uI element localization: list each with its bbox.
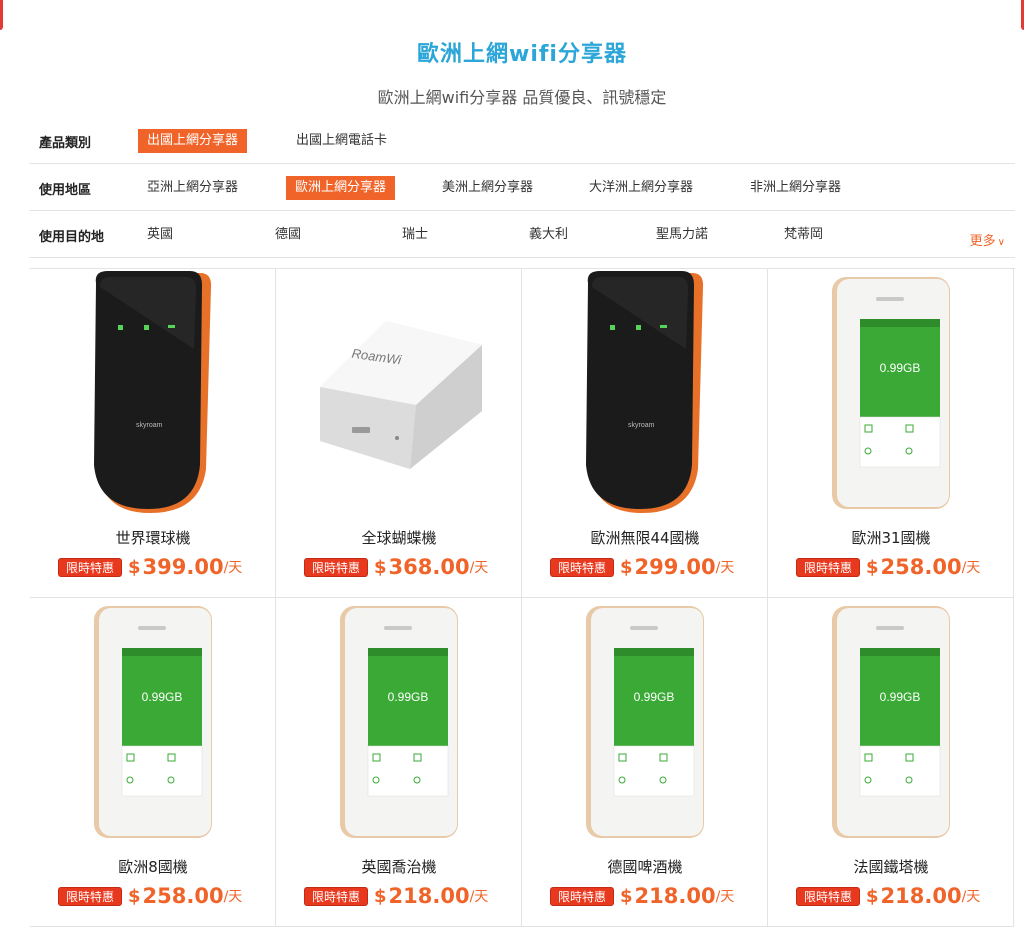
product-price: 258.00 [880, 555, 962, 579]
skyroam-black-icon: skyroam [586, 271, 704, 513]
product-price: 258.00 [142, 884, 224, 908]
filter-chip-oceania[interactable]: 大洋洲上網分享器 [580, 176, 702, 200]
price-row: 限時特惠 $368.00/天 [304, 555, 488, 579]
promo-badge: 限時特惠 [796, 557, 861, 577]
product-card[interactable]: 0.99GB 歐洲31國機 限時特惠 $258.00/天 [768, 269, 1014, 598]
product-name[interactable]: 全球蝴蝶機 [276, 527, 522, 548]
filter-chip-travel-sim[interactable]: 出國上網電話卡 [287, 129, 396, 153]
filter-row-category: 產品類別 出國上網分享器 出國上網電話卡 [29, 118, 1015, 164]
product-name[interactable]: 德國啤酒機 [522, 856, 768, 877]
device-brand-text: skyroam [628, 422, 655, 429]
touchscreen-router-icon: 0.99GB [586, 606, 704, 838]
product-card[interactable]: skyroam 世界環球機 限時特惠 $399.00/天 [30, 269, 276, 598]
price-unit: /天 [715, 560, 735, 576]
page-title: 歐洲上網wifi分享器 [417, 42, 627, 67]
more-label: 更多 [969, 234, 996, 249]
currency-symbol: $ [128, 885, 141, 907]
promo-badge: 限時特惠 [550, 886, 615, 906]
page-subtitle: 歐洲上網wifi分享器 品質優良、訊號穩定 [377, 88, 667, 107]
chevron-down-icon: ∨ [997, 237, 1005, 248]
screen-data-value: 0.99GB [388, 690, 429, 704]
device-brand-text: skyroam [136, 422, 163, 429]
filter-chip-switzerland[interactable]: 瑞士 [393, 223, 437, 247]
currency-symbol: $ [620, 885, 633, 907]
price-row: 限時特惠 $258.00/天 [796, 555, 980, 579]
promo-badge: 限時特惠 [550, 557, 615, 577]
product-card[interactable]: skyroam 歐洲無限44國機 限時特惠 $299.00/天 [522, 269, 768, 598]
product-price: 299.00 [634, 555, 716, 579]
product-price: 218.00 [388, 884, 470, 908]
screen-data-value: 0.99GB [142, 690, 183, 704]
price-unit: /天 [223, 889, 243, 905]
price-row: 限時特惠 $218.00/天 [550, 884, 734, 908]
filter-chip-europe[interactable]: 歐洲上網分享器 [286, 176, 396, 200]
currency-symbol: $ [866, 885, 879, 907]
left-edge-accent [0, 0, 3, 30]
filter-chip-italy[interactable]: 義大利 [520, 223, 577, 247]
price-row: 限時特惠 $399.00/天 [58, 555, 242, 579]
product-price: 399.00 [142, 555, 224, 579]
product-card[interactable]: 0.99GB 歐洲8國機 限時特惠 $258.00/天 [30, 598, 276, 927]
filter-chip-asia[interactable]: 亞洲上網分享器 [138, 176, 247, 200]
product-grid: skyroam 世界環球機 限時特惠 $399.00/天 RoamWi 全球蝴蝶機… [29, 268, 1015, 927]
screen-data-value: 0.99GB [880, 690, 921, 704]
filter-chip-germany[interactable]: 德國 [266, 223, 310, 247]
product-name[interactable]: 法國鐵塔機 [768, 856, 1014, 877]
promo-badge: 限時特惠 [304, 886, 369, 906]
product-card[interactable]: 0.99GB 英國喬治機 限時特惠 $218.00/天 [276, 598, 522, 927]
filter-label-region: 使用地區 [39, 183, 92, 198]
currency-symbol: $ [620, 556, 633, 578]
currency-symbol: $ [374, 556, 387, 578]
product-name[interactable]: 歐洲無限44國機 [522, 527, 768, 548]
touchscreen-router-icon: 0.99GB [340, 606, 458, 838]
promo-badge: 限時特惠 [796, 886, 861, 906]
product-name[interactable]: 歐洲8國機 [30, 856, 276, 877]
filter-chip-uk[interactable]: 英國 [138, 223, 182, 247]
price-unit: /天 [223, 560, 243, 576]
promo-badge: 限時特惠 [58, 557, 123, 577]
filter-chip-vatican[interactable]: 梵蒂岡 [775, 223, 832, 247]
price-row: 限時特惠 $299.00/天 [550, 555, 734, 579]
price-row: 限時特惠 $258.00/天 [58, 884, 242, 908]
skyroam-black-icon: skyroam [94, 271, 212, 513]
filter-chip-africa[interactable]: 非洲上網分享器 [741, 176, 850, 200]
filter-chip-america[interactable]: 美洲上網分享器 [433, 176, 542, 200]
product-price: 218.00 [634, 884, 716, 908]
product-name[interactable]: 世界環球機 [30, 527, 276, 548]
currency-symbol: $ [374, 885, 387, 907]
price-unit: /天 [961, 560, 981, 576]
screen-data-value: 0.99GB [634, 690, 675, 704]
price-unit: /天 [469, 560, 489, 576]
touchscreen-router-icon: 0.99GB [832, 606, 950, 838]
touchscreen-router-icon: 0.99GB [94, 606, 212, 838]
filter-row-region: 使用地區 亞洲上網分享器 歐洲上網分享器 美洲上網分享器 大洋洲上網分享器 非洲… [29, 165, 1015, 211]
roamwifi-white-box-icon: RoamWi [320, 321, 482, 469]
page-header: 歐洲上網wifi分享器 歐洲上網wifi分享器 品質優良、訊號穩定 [0, 36, 1024, 108]
product-price: 368.00 [388, 555, 470, 579]
filter-label-destination: 使用目的地 [39, 230, 105, 245]
product-name[interactable]: 歐洲31國機 [768, 527, 1014, 548]
more-destinations-link[interactable]: 更多 ∨ [970, 230, 1005, 249]
screen-data-value: 0.99GB [880, 361, 921, 375]
price-unit: /天 [961, 889, 981, 905]
product-card[interactable]: 0.99GB 德國啤酒機 限時特惠 $218.00/天 [522, 598, 768, 927]
promo-badge: 限時特惠 [304, 557, 369, 577]
filter-chip-travel-wifi[interactable]: 出國上網分享器 [138, 129, 248, 153]
currency-symbol: $ [866, 556, 879, 578]
filter-label-category: 產品類別 [39, 136, 92, 151]
price-unit: /天 [715, 889, 735, 905]
product-name[interactable]: 英國喬治機 [276, 856, 522, 877]
price-unit: /天 [469, 889, 489, 905]
filter-chip-san-marino[interactable]: 聖馬力諾 [647, 223, 717, 247]
product-card[interactable]: RoamWi 全球蝴蝶機 限時特惠 $368.00/天 [276, 269, 522, 598]
price-row: 限時特惠 $218.00/天 [796, 884, 980, 908]
promo-badge: 限時特惠 [58, 886, 123, 906]
currency-symbol: $ [128, 556, 141, 578]
product-price: 218.00 [880, 884, 962, 908]
filter-row-destination: 使用目的地 英國 德國 瑞士 義大利 聖馬力諾 梵蒂岡 更多 ∨ [29, 212, 1015, 258]
touchscreen-router-icon: 0.99GB [832, 277, 950, 509]
product-card[interactable]: 0.99GB 法國鐵塔機 限時特惠 $218.00/天 [768, 598, 1014, 927]
price-row: 限時特惠 $218.00/天 [304, 884, 488, 908]
